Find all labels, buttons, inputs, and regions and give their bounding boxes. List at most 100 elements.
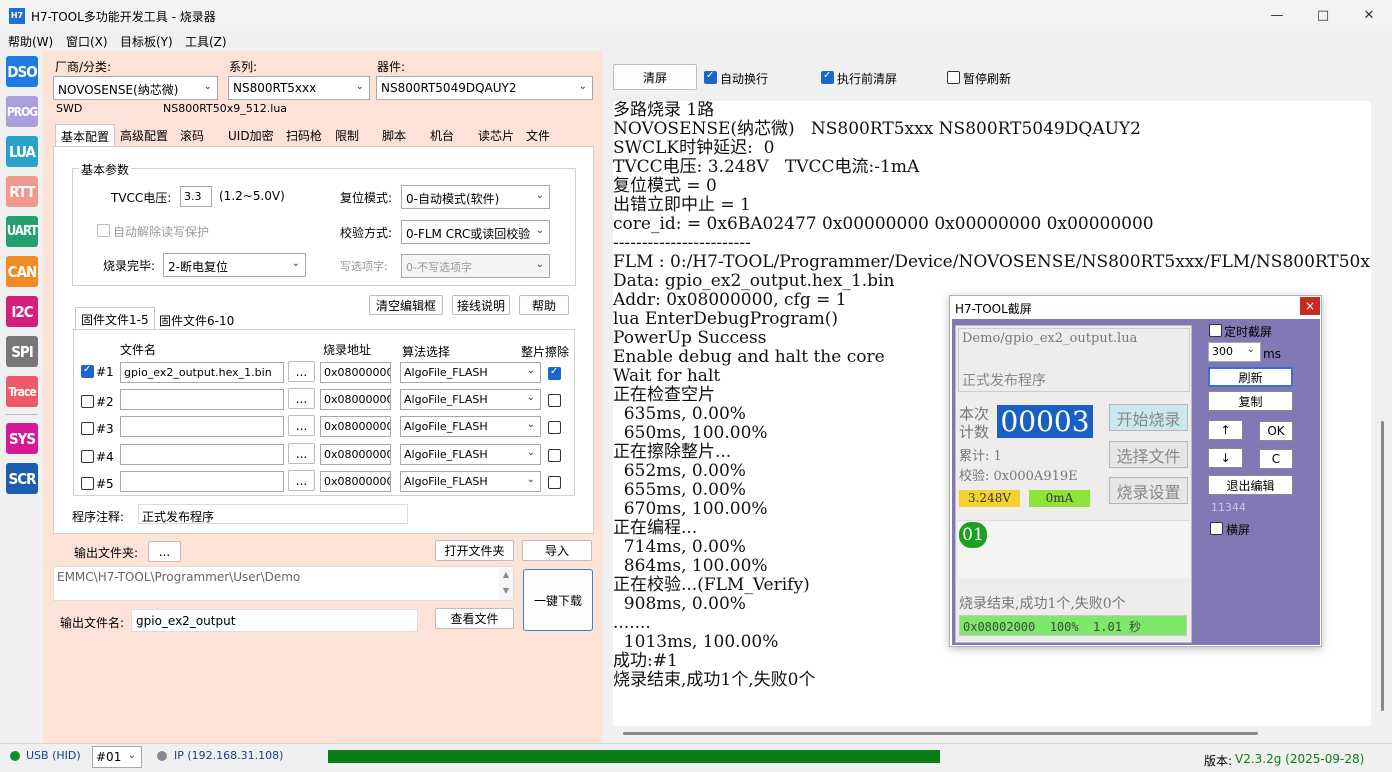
output-name-input[interactable]: gpio_ex2_output [131, 609, 418, 632]
tab-read-chip[interactable]: 读芯片 [473, 124, 519, 146]
ok-button[interactable]: OK [1259, 421, 1293, 441]
tab-file[interactable]: 文件 [521, 124, 555, 146]
fw-row-5-addr-input[interactable]: 0x08000000 [320, 471, 391, 492]
tab-uid[interactable]: UID加密 [223, 124, 279, 146]
finish-select[interactable]: 2-断电复位 ⌄ [163, 253, 306, 277]
menu-target[interactable]: 目标板(Y) [120, 33, 173, 50]
fw-row-4-erase-checkbox[interactable] [548, 449, 561, 462]
select-file-button[interactable]: 选择文件 [1109, 441, 1188, 468]
program-settings-button[interactable]: 烧录设置 [1109, 477, 1188, 504]
tab-fw-6-10[interactable]: 固件文件6-10 [154, 309, 239, 331]
timed-capture-checkbox[interactable] [1209, 324, 1222, 337]
vendor-select[interactable]: NOVOSENSE(纳芯微) ⌄ [53, 76, 218, 100]
device-select[interactable]: NS800RT5049DQAUY2 ⌄ [376, 76, 593, 100]
console-vscrollbar[interactable] [1378, 101, 1388, 726]
fw-row-2-file-input[interactable] [120, 389, 284, 410]
help-button[interactable]: 帮助 [519, 295, 569, 315]
fw-row-3-file-input[interactable] [120, 416, 284, 437]
prog-button[interactable]: PROG [6, 96, 38, 127]
tvcc-input[interactable]: 3.3 [180, 186, 212, 207]
c-button[interactable]: C [1259, 449, 1293, 469]
menu-help[interactable]: 帮助(W) [8, 33, 53, 50]
fw-row-2-erase-checkbox[interactable] [548, 394, 561, 407]
i2c-button[interactable]: I2C [6, 296, 38, 327]
fw-row-3-enable-checkbox[interactable] [81, 422, 94, 435]
dso-button[interactable]: DSO [6, 56, 38, 87]
up-button[interactable]: ↑ [1208, 420, 1243, 440]
output-path-scrollbar[interactable]: ▲ ▼ [499, 567, 513, 600]
wiring-help-button[interactable]: 接线说明 [452, 295, 510, 315]
popup-close-button[interactable]: × [1300, 297, 1320, 315]
can-button[interactable]: CAN [6, 256, 38, 287]
fw-row-4-enable-checkbox[interactable] [81, 450, 94, 463]
fw-row-5-erase-checkbox[interactable] [548, 476, 561, 489]
output-folder-browse-button[interactable]: ... [148, 541, 181, 562]
verify-select[interactable]: 0-FLM CRC或读回校验 ⌄ [401, 220, 550, 244]
fw-row-1-algo-select[interactable]: AlgoFile_FLASH ⌄ [400, 362, 541, 383]
open-folder-button[interactable]: 打开文件夹 [435, 540, 514, 561]
fw-row-4-algo-select[interactable]: AlgoFile_FLASH ⌄ [400, 444, 541, 465]
console-hscrollbar[interactable] [613, 728, 1371, 740]
tab-basic[interactable]: 基本配置 [55, 124, 116, 146]
port-select[interactable]: #01 ⌄ [92, 746, 142, 768]
lua-button[interactable]: LUA [6, 136, 38, 167]
fw-row-2-browse-button[interactable]: ... [288, 388, 315, 409]
close-icon[interactable]: ✕ [1346, 0, 1392, 31]
interval-select[interactable]: 300 ⌄ [1208, 342, 1261, 362]
fw-row-1-erase-checkbox[interactable] [548, 366, 561, 380]
fw-row-3-erase-checkbox[interactable] [548, 421, 561, 434]
refresh-button[interactable]: 刷新 [1208, 367, 1293, 387]
exit-edit-button[interactable]: 退出编辑 [1208, 475, 1293, 495]
rtt-button[interactable]: RTT [6, 176, 38, 207]
import-button[interactable]: 导入 [522, 540, 592, 561]
fw-row-5-algo-select[interactable]: AlgoFile_FLASH ⌄ [400, 471, 541, 492]
tab-script[interactable]: 脚本 [377, 124, 411, 146]
spi-button[interactable]: SPI [6, 336, 38, 367]
auto-unlock-checkbox[interactable] [97, 224, 110, 237]
fw-row-3-addr-input[interactable]: 0x08000000 [320, 416, 391, 437]
note-input[interactable]: 正式发布程序 [138, 504, 408, 524]
fw-row-2-algo-select[interactable]: AlgoFile_FLASH ⌄ [400, 389, 541, 410]
uart-button[interactable]: UART [6, 216, 38, 247]
fw-row-2-enable-checkbox[interactable] [81, 395, 94, 408]
clear-before-checkbox[interactable] [821, 70, 834, 84]
fw-row-1-file-input[interactable]: gpio_ex2_output.hex_1.bin [120, 362, 284, 383]
one-key-download-button[interactable]: 一键下载 [523, 569, 593, 631]
tab-machine[interactable]: 机台 [425, 124, 459, 146]
fw-row-2-addr-input[interactable]: 0x08000000 [320, 389, 391, 410]
reset-select[interactable]: 0-自动模式(软件) ⌄ [401, 185, 550, 209]
series-select[interactable]: NS800RT5xxx ⌄ [228, 76, 370, 100]
trace-button[interactable]: Trace [6, 376, 38, 407]
start-program-button[interactable]: 开始烧录 [1109, 404, 1188, 431]
fw-row-5-enable-checkbox[interactable] [81, 477, 94, 490]
scr-button[interactable]: SCR [6, 463, 38, 494]
copy-button[interactable]: 复制 [1208, 391, 1293, 411]
view-file-button[interactable]: 查看文件 [435, 608, 514, 629]
fw-row-4-browse-button[interactable]: ... [288, 443, 315, 464]
maximize-icon[interactable]: □ [1300, 0, 1346, 31]
fw-row-1-browse-button[interactable]: ... [288, 361, 315, 382]
fw-row-4-file-input[interactable] [120, 444, 284, 465]
down-button[interactable]: ↓ [1208, 448, 1243, 468]
fw-row-3-algo-select[interactable]: AlgoFile_FLASH ⌄ [400, 416, 541, 437]
fw-row-4-addr-input[interactable]: 0x08000000 [320, 444, 391, 465]
fw-row-3-browse-button[interactable]: ... [288, 415, 315, 436]
fw-row-5-file-input[interactable] [120, 471, 284, 492]
menu-tools[interactable]: 工具(Z) [185, 33, 227, 50]
tab-rolling-code[interactable]: 滚码 [175, 124, 209, 146]
tab-scanner[interactable]: 扫码枪 [281, 124, 327, 146]
sys-button[interactable]: SYS [6, 423, 38, 454]
clear-screen-button[interactable]: 清屏 [613, 64, 697, 90]
clear-editor-button[interactable]: 清空编辑框 [369, 295, 443, 315]
pause-checkbox[interactable] [947, 71, 960, 84]
option-select[interactable]: 0-不写选项字 ⌄ [401, 254, 550, 278]
tab-advanced[interactable]: 高级配置 [115, 124, 173, 146]
menu-window[interactable]: 窗口(X) [66, 33, 108, 50]
autowrap-checkbox[interactable] [704, 70, 717, 84]
minimize-icon[interactable]: — [1254, 0, 1300, 31]
tab-limit[interactable]: 限制 [330, 124, 364, 146]
tab-fw-1-5[interactable]: 固件文件1-5 [75, 307, 155, 329]
fw-row-1-enable-checkbox[interactable] [81, 364, 94, 378]
fw-row-1-addr-input[interactable]: 0x08000000 [320, 362, 391, 383]
fw-row-5-browse-button[interactable]: ... [288, 470, 315, 491]
